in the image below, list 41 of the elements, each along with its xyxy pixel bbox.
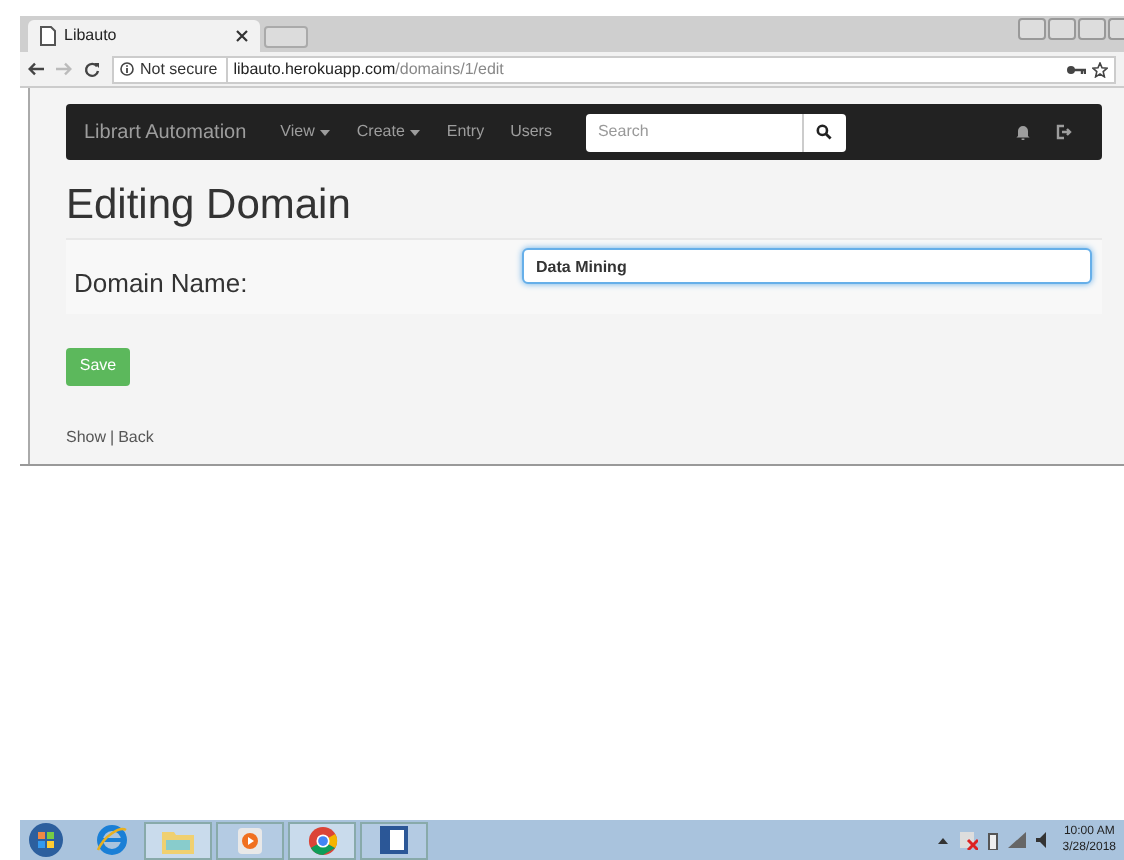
tab-title: Libauto	[64, 24, 119, 48]
reload-icon[interactable]	[84, 61, 100, 77]
page-icon	[40, 26, 56, 46]
word-taskbar-button[interactable]	[360, 821, 428, 859]
page-heading: Editing Domain	[66, 180, 353, 232]
back-icon[interactable]	[28, 62, 44, 76]
signal-icon[interactable]	[1008, 832, 1027, 848]
security-label: Not secure	[140, 57, 228, 81]
round-tricolor-icon	[307, 825, 337, 855]
url-text: libauto.herokuapp.com/domains/1/edit	[233, 57, 506, 81]
search-icon	[816, 124, 833, 140]
domain-name-field[interactable]: Data Mining	[522, 248, 1092, 284]
info-icon[interactable]	[120, 62, 134, 76]
speaker-icon[interactable]	[1036, 832, 1047, 848]
nav-link[interactable]: Users	[510, 120, 552, 144]
text-link[interactable]: Show	[66, 430, 107, 446]
search-button[interactable]	[801, 113, 846, 151]
tray-arrow-icon[interactable]	[938, 837, 949, 843]
browser-tab[interactable]: Libauto	[28, 20, 260, 52]
document-icon	[380, 826, 408, 854]
address-bar[interactable]: Not secure libauto.herokuapp.com/domains/1/edit	[112, 55, 1116, 83]
caret-icon	[320, 129, 331, 135]
folder-icon	[162, 827, 194, 853]
nav-dropdown[interactable]: View	[280, 120, 331, 144]
start-orb-icon[interactable]	[28, 822, 64, 858]
field-label: Domain Name:	[72, 270, 250, 296]
chrome-taskbar-button[interactable]	[288, 821, 356, 859]
brand-link[interactable]: Librart Automation	[84, 117, 247, 147]
nav-link[interactable]: Entry	[446, 120, 485, 144]
caret-icon	[410, 129, 421, 135]
star-icon[interactable]	[1092, 61, 1108, 77]
search-field[interactable]: Search	[585, 113, 802, 151]
link-separator: |	[110, 430, 115, 446]
sign-out-icon[interactable]	[1056, 124, 1072, 140]
play-icon	[238, 827, 262, 853]
bell-icon[interactable]	[1016, 124, 1030, 140]
close-icon[interactable]	[236, 30, 248, 42]
battery-icon[interactable]	[988, 831, 999, 849]
text-link[interactable]: Back	[118, 430, 154, 446]
nav-dropdown[interactable]: Create	[356, 120, 421, 144]
key-icon[interactable]	[1066, 63, 1086, 75]
